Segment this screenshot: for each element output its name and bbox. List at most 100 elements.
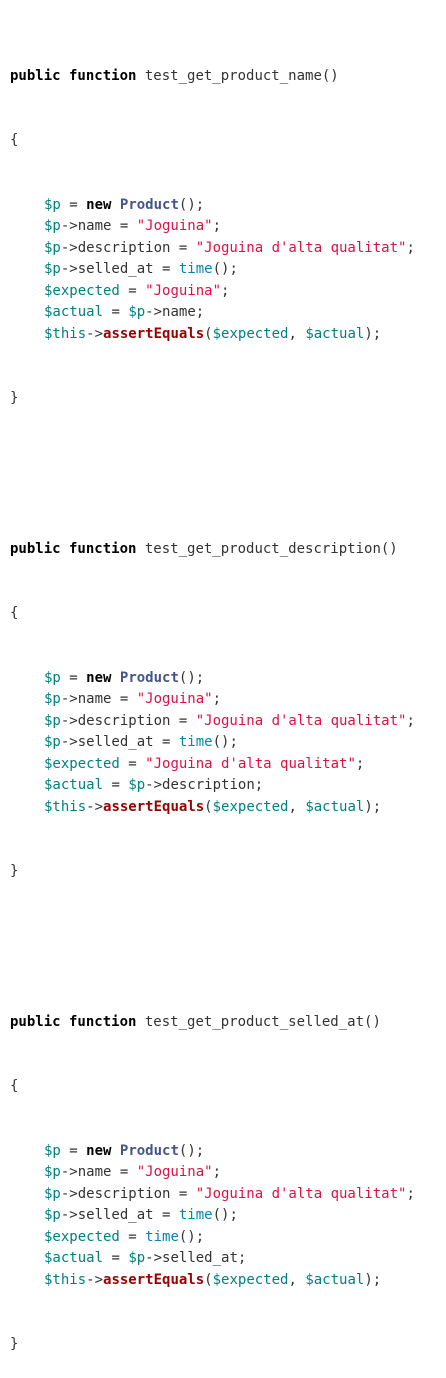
code-line: $p = new Product(); xyxy=(10,1141,446,1163)
token-str: "Joguina d'alta qualitat" xyxy=(145,755,356,772)
token-plain: ->description = xyxy=(60,239,196,256)
code-line: $p->selled_at = time(); xyxy=(10,732,446,754)
token-cls: Product xyxy=(119,669,179,686)
token-plain: ->name = xyxy=(60,218,137,234)
code-line: $p->name = "Joguina"; xyxy=(10,1162,446,1184)
token-var: $p xyxy=(128,304,146,320)
token-plain: ->name = xyxy=(60,1164,137,1180)
token-var: $this xyxy=(44,798,87,815)
token-str: "Joguina" xyxy=(136,1164,213,1180)
token-plain: ->name; xyxy=(145,304,205,320)
token-plain: ( xyxy=(204,798,213,815)
token-str: "Joguina" xyxy=(145,282,222,299)
function-body: $p = new Product(); $p->name = "Joguina";… xyxy=(10,1141,446,1292)
open-brace: { xyxy=(10,132,19,148)
token-plain: = xyxy=(103,777,129,793)
token-plain: (); xyxy=(212,1207,238,1223)
function-name: test_get_product_description() xyxy=(144,540,398,557)
token-cls: Product xyxy=(119,1142,179,1159)
token-var: $p xyxy=(44,1164,61,1180)
token-plain: ( xyxy=(204,325,213,342)
keyword: public function xyxy=(10,67,137,84)
token-call: assertEquals xyxy=(103,1271,205,1288)
token-var: $expected xyxy=(212,325,289,342)
function-body: $p = new Product(); $p->name = "Joguina";… xyxy=(10,668,446,819)
token-fn: time xyxy=(145,1228,179,1245)
token-plain: ; xyxy=(221,282,230,299)
token-plain: (); xyxy=(178,1228,205,1245)
token-plain: (); xyxy=(212,261,238,277)
token-str: "Joguina d'alta qualitat" xyxy=(195,712,407,729)
code-line: $actual = $p->name; xyxy=(10,302,446,324)
token-var: $p xyxy=(44,669,61,686)
keyword: public function xyxy=(10,540,137,557)
token-plain: ); xyxy=(364,1271,382,1288)
token-var: $expected xyxy=(44,755,120,772)
token-plain: ->description; xyxy=(145,777,264,793)
token-fn: time xyxy=(178,1207,213,1223)
code-line: $this->assertEquals($expected, $actual); xyxy=(10,797,446,819)
token-plain: , xyxy=(288,798,306,815)
token-str: "Joguina d'alta qualitat" xyxy=(195,239,407,256)
code-line: $this->assertEquals($expected, $actual); xyxy=(10,1270,446,1292)
token-plain: ->selled_at = xyxy=(60,261,179,277)
token-var: $p xyxy=(44,261,61,277)
token-kw: new xyxy=(86,196,112,213)
token-str: "Joguina d'alta qualitat" xyxy=(195,1185,407,1202)
token-var: $actual xyxy=(44,1250,104,1266)
function-name: test_get_product_name() xyxy=(144,67,339,84)
close-brace: } xyxy=(10,863,19,879)
token-var: $p xyxy=(44,196,61,213)
code-line: $this->assertEquals($expected, $actual); xyxy=(10,324,446,346)
token-var: $actual xyxy=(44,777,104,793)
function-body: $p = new Product(); $p->name = "Joguina";… xyxy=(10,195,446,346)
code-line: $p->selled_at = time(); xyxy=(10,259,446,281)
token-plain: (); xyxy=(212,734,238,750)
token-cls: Product xyxy=(119,196,179,213)
token-plain: ); xyxy=(364,798,382,815)
code-view: public function test_get_product_name() … xyxy=(0,0,446,1353)
token-call: assertEquals xyxy=(103,798,205,815)
token-plain: , xyxy=(288,325,306,342)
code-line: $expected = "Joguina d'alta qualitat"; xyxy=(10,754,446,776)
token-plain: ; xyxy=(212,218,222,234)
token-str: "Joguina" xyxy=(136,691,213,707)
open-brace: { xyxy=(10,605,19,621)
function-header: public function test_get_product_name() xyxy=(10,66,446,88)
token-plain: ( xyxy=(204,1271,213,1288)
token-plain: = xyxy=(119,755,146,772)
token-kw: new xyxy=(86,669,112,686)
code-line: $expected = "Joguina"; xyxy=(10,281,446,303)
code-line: $actual = $p->selled_at; xyxy=(10,1248,446,1270)
code-line: $p->name = "Joguina"; xyxy=(10,216,446,238)
token-plain: ; xyxy=(355,755,365,772)
code-line: $p->selled_at = time(); xyxy=(10,1205,446,1227)
token-var: $expected xyxy=(44,282,120,299)
function-header: public function test_get_product_selled_… xyxy=(10,1012,446,1034)
token-plain: ->description = xyxy=(60,712,196,729)
function-header: public function test_get_product_descrip… xyxy=(10,539,446,561)
token-var: $p xyxy=(44,1207,61,1223)
code-line: $p->description = "Joguina d'alta qualit… xyxy=(10,1184,446,1206)
token-str: "Joguina" xyxy=(136,218,213,234)
token-plain: = xyxy=(103,304,129,320)
token-call: assertEquals xyxy=(103,325,205,342)
close-brace: } xyxy=(10,1336,19,1352)
close-brace: } xyxy=(10,390,19,406)
token-plain: , xyxy=(288,1271,306,1288)
token-plain: ; xyxy=(212,691,222,707)
keyword: public function xyxy=(10,1013,137,1030)
token-var: $actual xyxy=(305,798,365,815)
token-plain: = xyxy=(119,282,146,299)
token-plain: ->selled_at; xyxy=(145,1250,247,1266)
token-var: $expected xyxy=(44,1228,120,1245)
token-var: $p xyxy=(44,691,61,707)
token-plain: ; xyxy=(406,239,415,256)
token-plain: ); xyxy=(364,325,382,342)
token-plain: ; xyxy=(406,1185,415,1202)
token-plain: ->name = xyxy=(60,691,137,707)
code-line: $expected = time(); xyxy=(10,1227,446,1249)
